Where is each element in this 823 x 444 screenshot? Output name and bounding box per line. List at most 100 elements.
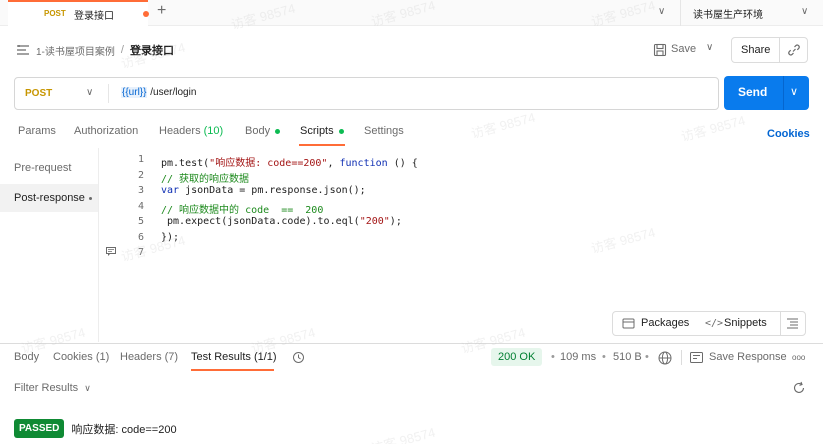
divider — [681, 350, 682, 365]
code-token: "响应数据: code==200" — [209, 158, 328, 169]
environment-selector[interactable]: 读书屋生产环境 — [693, 6, 763, 21]
status-dot-icon — [275, 128, 281, 134]
tab-authorization[interactable]: Authorization — [74, 125, 138, 137]
code-token: }); — [161, 231, 180, 243]
tab-headers[interactable]: Headers (10) — [159, 125, 223, 137]
watermark-text: 访客 98574 — [369, 424, 437, 444]
response-size[interactable]: 510 B — [613, 351, 642, 363]
status-badge[interactable]: 200 OK — [491, 348, 543, 366]
tab-response-headers-label: Headers — [120, 351, 162, 363]
script-sidebar: Pre-request Post-response — [0, 148, 99, 342]
chevron-down-icon[interactable]: ∨ — [658, 6, 665, 17]
send-chevron-down-icon[interactable]: ∨ — [790, 85, 798, 98]
code-text: pm.expect(jsonData.code).to.eql("200"); — [161, 216, 402, 227]
divider — [108, 84, 109, 103]
code-token: pm.test( — [161, 158, 210, 169]
url-bar: POST ∨ {{url}} /user/login — [14, 77, 719, 110]
tab-scripts[interactable]: Scripts — [300, 125, 344, 137]
packages-icon — [622, 318, 635, 329]
share-button[interactable]: Share — [741, 44, 770, 56]
request-tab[interactable]: POST 登录接口 — [8, 0, 149, 26]
code-line[interactable]: 2 // 获取的响应数据 — [100, 170, 800, 185]
unsaved-dot-icon — [143, 11, 149, 17]
breadcrumb: 1-读书屋项目案例 / 登录接口 — [16, 40, 174, 60]
tab-response-cookies[interactable]: Cookies (1) — [53, 351, 109, 363]
tab-response-headers[interactable]: Headers (7) — [120, 351, 178, 363]
sidebar-item-pre-request[interactable]: Pre-request — [14, 162, 71, 174]
code-text: // 响应数据中的 code == 200 — [161, 201, 323, 216]
code-token: ); — [389, 216, 402, 227]
tab-settings[interactable]: Settings — [364, 125, 404, 137]
more-options-icon[interactable]: ooo — [792, 353, 805, 362]
save-button[interactable]: Save ∨ — [651, 38, 721, 62]
code-line[interactable]: 5 pm.expect(jsonData.code).to.eql("200")… — [100, 216, 800, 231]
cookies-link[interactable]: Cookies — [767, 128, 810, 140]
passed-badge: PASSED — [14, 419, 65, 438]
code-token: "200" — [359, 216, 390, 227]
save-chevron-down-icon[interactable]: ∨ — [706, 42, 713, 53]
tab-method-label: POST — [44, 9, 66, 18]
code-token: pm.expect(jsonData.code).to.eql( — [161, 216, 360, 227]
save-response-button[interactable]: Save Response — [709, 351, 787, 363]
code-token: , — [327, 158, 340, 169]
tab-title: 登录接口 — [74, 11, 114, 22]
code-line[interactable]: 3 var jsonData = pm.response.json(); — [100, 185, 800, 200]
http-request-icon — [17, 45, 29, 55]
snippets-button[interactable]: Snippets — [724, 317, 767, 329]
line-number: 1 — [137, 154, 144, 165]
url-input[interactable]: {{url}} /user/login — [121, 87, 196, 98]
sidebar-item-label: Post-response — [14, 192, 85, 204]
code-line[interactable]: 6}); — [100, 232, 800, 247]
filter-results-dropdown[interactable]: Filter Results ∨ — [14, 382, 91, 394]
code-token: // 获取的响应数据 — [161, 173, 250, 185]
tab-response-cookies-count: (1) — [95, 351, 110, 363]
code-token: jsonData = pm.response.json(); — [179, 185, 366, 196]
tab-test-results[interactable]: Test Results (1/1) — [191, 351, 277, 363]
packages-button[interactable]: Packages — [641, 317, 689, 329]
send-button[interactable]: Send ∨ — [724, 76, 809, 110]
status-dot-icon — [338, 128, 344, 134]
code-token: function — [339, 158, 388, 169]
tab-response-body[interactable]: Body — [14, 351, 39, 363]
sidebar-item-post-response[interactable]: Post-response — [14, 192, 92, 204]
chevron-down-icon: ∨ — [84, 383, 91, 393]
tab-headers-label: Headers — [159, 125, 201, 137]
test-result-name: 响应数据: code==200 — [71, 423, 177, 436]
url-variable: {{url}} — [121, 87, 148, 98]
save-icon — [653, 43, 667, 57]
active-tab-indicator — [191, 369, 274, 371]
response-time[interactable]: 109 ms — [560, 351, 596, 363]
send-label: Send — [738, 85, 768, 99]
format-icon[interactable] — [786, 317, 799, 330]
breadcrumb-collection[interactable]: 1-读书屋项目案例 — [36, 43, 115, 58]
tab-scripts-label: Scripts — [300, 125, 334, 137]
code-token: // 响应数据中的 code == 200 — [161, 204, 324, 216]
modified-dot-icon — [88, 196, 92, 200]
new-tab-plus-icon[interactable]: + — [157, 2, 166, 20]
bullet-separator: • — [645, 351, 649, 363]
method-selector[interactable]: POST — [25, 88, 52, 99]
url-path: /user/login — [147, 87, 197, 98]
environment-chevron-down-icon[interactable]: ∨ — [801, 6, 808, 17]
code-line[interactable]: 7 — [100, 247, 800, 262]
link-icon[interactable] — [787, 43, 801, 57]
response-tabs: Body Cookies (1) Headers (7) Test Result… — [0, 344, 823, 371]
save-response-icon — [690, 352, 703, 363]
code-line[interactable]: 4 // 响应数据中的 code == 200 — [100, 201, 800, 216]
refresh-icon[interactable] — [792, 381, 806, 395]
request-tabs: Params Authorization Headers (10) Body S… — [0, 120, 823, 146]
divider — [780, 312, 781, 335]
code-text: pm.test("响应数据: code==200", function () { — [161, 154, 418, 169]
method-chevron-down-icon[interactable]: ∨ — [86, 87, 93, 98]
breadcrumb-current[interactable]: 登录接口 — [130, 42, 174, 58]
globe-icon[interactable] — [658, 351, 672, 365]
code-line[interactable]: 1 pm.test("响应数据: code==200", function () … — [100, 154, 800, 169]
history-icon[interactable] — [292, 351, 305, 364]
breadcrumb-separator: / — [120, 44, 124, 56]
divider — [783, 76, 784, 110]
tab-params[interactable]: Params — [18, 125, 56, 137]
line-number: 4 — [137, 200, 144, 212]
share-group: Share — [731, 37, 808, 63]
tab-response-cookies-label: Cookies — [53, 351, 93, 363]
tab-body[interactable]: Body — [245, 125, 281, 137]
